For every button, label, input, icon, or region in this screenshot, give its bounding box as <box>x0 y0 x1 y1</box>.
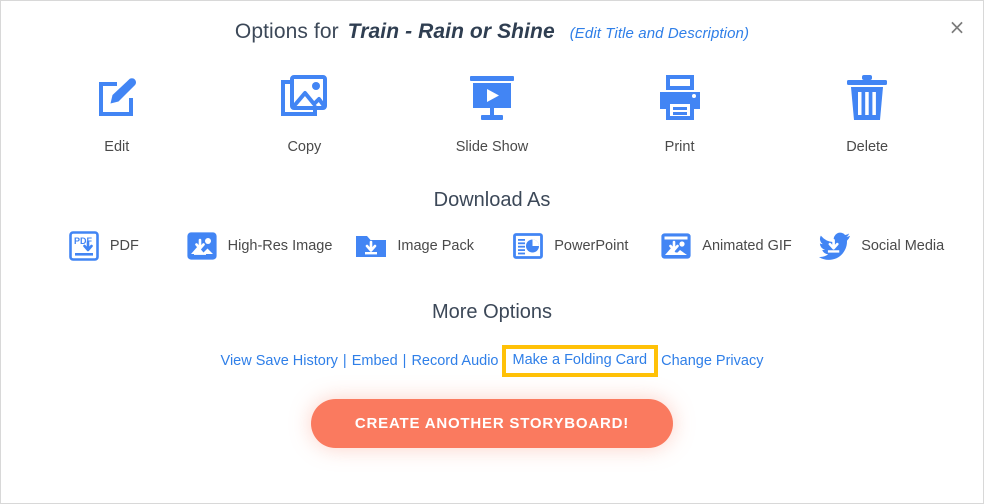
folder-download-icon <box>354 229 388 263</box>
slideshow-projector-icon <box>463 70 521 126</box>
action-delete[interactable]: Delete <box>773 70 961 155</box>
link-embed[interactable]: Embed <box>352 353 398 369</box>
trash-icon <box>838 70 896 126</box>
action-slide-show-label: Slide Show <box>455 139 529 155</box>
download-high-res-image-label: High-Res Image <box>227 238 333 254</box>
download-powerpoint[interactable]: PowerPoint <box>492 229 648 263</box>
title-prefix: Options for <box>234 20 339 43</box>
create-another-storyboard-button[interactable]: CREATE ANOTHER STORYBOARD! <box>310 398 674 448</box>
more-options-links: View Save History | Embed | Record Audio… <box>1 345 983 377</box>
action-print-label: Print <box>664 139 695 155</box>
download-image-pack[interactable]: Image Pack <box>336 229 492 263</box>
download-image-pack-label: Image Pack <box>397 238 474 254</box>
high-res-image-icon <box>185 229 219 263</box>
action-slide-show[interactable]: Slide Show <box>398 70 586 155</box>
twitter-bird-icon <box>818 229 852 263</box>
edit-pencil-icon <box>88 70 146 126</box>
action-edit[interactable]: Edit <box>23 70 211 155</box>
link-make-a-folding-card[interactable]: Make a Folding Card <box>513 353 648 368</box>
close-icon[interactable]: × <box>945 15 969 39</box>
animated-gif-icon <box>659 229 693 263</box>
action-delete-label: Delete <box>846 139 889 155</box>
download-as-heading: Download As <box>433 189 551 211</box>
pdf-download-icon: PDF <box>67 229 101 263</box>
download-pdf[interactable]: PDF PDF <box>25 229 181 263</box>
printer-icon <box>651 70 709 126</box>
link-separator-2: | <box>402 352 407 369</box>
download-animated-gif-label: Animated GIF <box>702 238 792 254</box>
powerpoint-slide-icon <box>511 229 545 263</box>
download-animated-gif[interactable]: Animated GIF <box>648 229 804 263</box>
download-options-row: PDF PDF High-Res Image Image Pack PowerP… <box>1 229 983 263</box>
document-title: Train - Rain or Shine <box>347 20 555 43</box>
link-record-audio[interactable]: Record Audio <box>411 353 498 369</box>
link-separator-1: | <box>342 352 347 369</box>
download-pdf-label: PDF <box>109 238 139 254</box>
action-print[interactable]: Print <box>586 70 774 155</box>
primary-actions-row: Edit Copy Slide Show Print Delete <box>1 70 983 155</box>
copy-images-icon <box>275 70 333 126</box>
options-modal: × Options for Train - Rain or Shine (Edi… <box>0 0 984 504</box>
cta-container: CREATE ANOTHER STORYBOARD! <box>1 398 983 448</box>
link-change-privacy[interactable]: Change Privacy <box>661 353 763 369</box>
action-copy-label: Copy <box>287 139 322 155</box>
download-high-res-image[interactable]: High-Res Image <box>181 229 337 263</box>
close-glyph: × <box>948 15 966 39</box>
more-options-heading: More Options <box>431 301 553 323</box>
download-social-media[interactable]: Social Media <box>803 229 959 263</box>
edit-title-and-description-link[interactable]: (Edit Title and Description) <box>570 25 749 42</box>
action-copy[interactable]: Copy <box>211 70 399 155</box>
download-social-media-label: Social Media <box>861 238 945 254</box>
svg-text:PDF: PDF <box>74 236 93 246</box>
make-a-folding-card-highlight: Make a Folding Card <box>501 345 659 377</box>
download-powerpoint-label: PowerPoint <box>554 238 629 254</box>
link-view-save-history[interactable]: View Save History <box>221 353 338 369</box>
action-edit-label: Edit <box>104 139 130 155</box>
page-title: Options for Train - Rain or Shine (Edit … <box>1 1 983 44</box>
